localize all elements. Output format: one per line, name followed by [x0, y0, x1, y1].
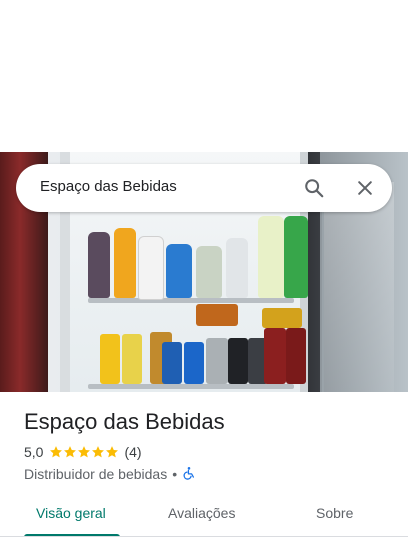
- photo-can: [184, 342, 204, 384]
- wheelchair-icon: [182, 466, 196, 483]
- photo-can: [286, 328, 306, 384]
- category-row: Distribuidor de bebidas •: [24, 465, 196, 483]
- place-tabs: Visão geral Avaliações Sobre: [0, 494, 408, 538]
- photo-can: [262, 308, 302, 328]
- star-icon: [78, 446, 91, 458]
- place-title: Espaço das Bebidas: [24, 409, 225, 434]
- review-count[interactable]: (4): [124, 444, 141, 460]
- photo-bottle: [166, 244, 192, 298]
- photo-bottle: [226, 238, 248, 298]
- star-rating: [49, 445, 119, 459]
- tab-overview[interactable]: Visão geral: [36, 505, 106, 521]
- map-area: [0, 0, 408, 152]
- star-icon: [106, 446, 119, 458]
- photo-bottle: [138, 236, 164, 300]
- photo-can: [162, 342, 182, 384]
- photo-can: [122, 334, 142, 384]
- separator: •: [172, 466, 178, 482]
- star-icon: [92, 446, 105, 458]
- photo-bottle: [258, 216, 284, 298]
- place-category: Distribuidor de bebidas: [24, 466, 168, 482]
- rating-row[interactable]: 5,0 (4): [24, 443, 142, 461]
- search-bar[interactable]: Espaço das Bebidas: [16, 164, 392, 212]
- star-icon: [64, 446, 77, 458]
- photo-can: [206, 338, 228, 384]
- photo-right-door: [322, 182, 394, 392]
- tabs-divider: [0, 536, 408, 537]
- tab-about[interactable]: Sobre: [316, 505, 353, 521]
- photo-box: [196, 304, 238, 326]
- close-icon[interactable]: [353, 176, 377, 200]
- tab-reviews[interactable]: Avaliações: [168, 505, 235, 521]
- photo-can: [228, 338, 248, 384]
- photo-shelf: [88, 298, 294, 303]
- search-icon[interactable]: [302, 176, 326, 200]
- photo-can: [264, 328, 286, 384]
- photo-bottle: [88, 232, 110, 298]
- photo-shelf: [88, 384, 294, 389]
- photo-bottle: [196, 246, 222, 298]
- photo-bottle: [114, 228, 136, 298]
- photo-can: [100, 334, 120, 384]
- star-icon: [50, 446, 63, 458]
- photo-bottle: [284, 216, 308, 298]
- search-input[interactable]: Espaço das Bebidas: [40, 178, 177, 195]
- rating-value: 5,0: [24, 444, 44, 460]
